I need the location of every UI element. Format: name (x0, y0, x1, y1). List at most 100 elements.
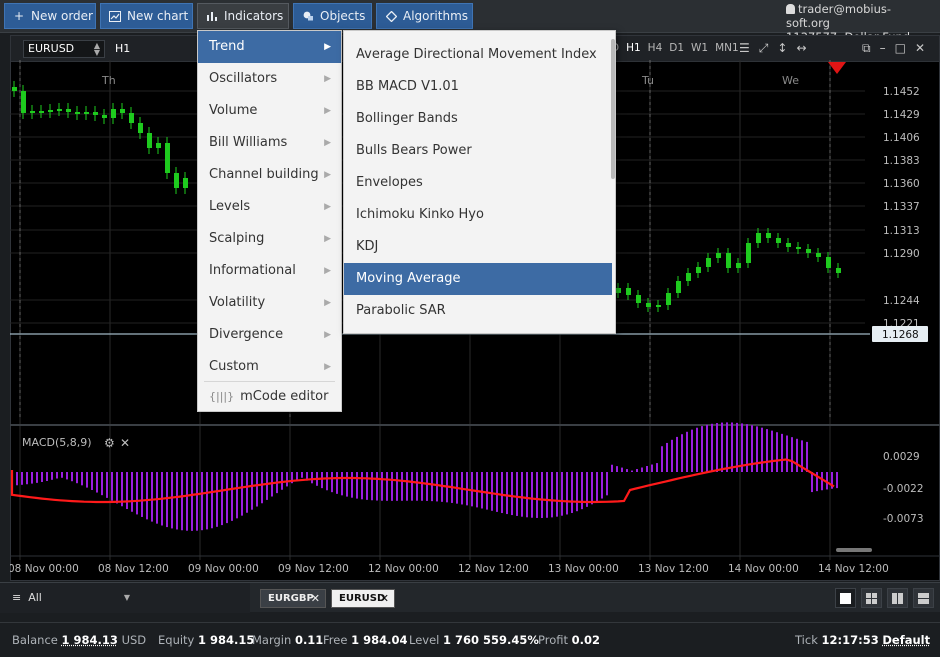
candle-body (183, 178, 188, 188)
close-tab-icon[interactable]: ✕ (380, 590, 389, 607)
profit-stat: Profit 0.02 (538, 633, 600, 647)
candle-body (616, 288, 621, 293)
symbol-filter[interactable]: ≡ All ▼ (0, 583, 250, 613)
detach-icon[interactable]: ⧉ (862, 41, 871, 56)
filter-value: All (28, 591, 42, 604)
timeframe-d1[interactable]: D1 (669, 42, 684, 54)
chart-tools: ☰ ⤢ ↕ ↔ (739, 41, 807, 56)
symbol-selector[interactable]: EURUSD ▲ ▼ (23, 40, 105, 58)
chevron-right-icon: ▶ (324, 298, 331, 308)
timeframe-w1[interactable]: W1 (691, 42, 708, 54)
menu-category-trend[interactable]: Trend ▶ (198, 31, 341, 63)
menu-item-average-directional-movement-index[interactable]: Average Directional Movement Index (344, 39, 612, 71)
chevron-right-icon: ▶ (324, 138, 331, 148)
candle-body (93, 112, 98, 115)
chart-icon (109, 10, 121, 22)
list-icon: ≡ (12, 591, 22, 604)
user-icon (786, 4, 795, 14)
time-label: 14 Nov 00:00 (728, 563, 799, 575)
diagonal-resize-icon[interactable]: ⤢ (759, 41, 769, 56)
indicator-list-icon[interactable]: ☰ (739, 41, 750, 56)
candle-body (84, 112, 89, 114)
indicators-button[interactable]: Indicators (197, 3, 289, 29)
menu-category-scalping[interactable]: Scalping ▶ (198, 223, 341, 255)
menu-category-label: Informational (209, 263, 296, 278)
menu-category-oscillators[interactable]: Oscillators ▶ (198, 63, 341, 95)
menu-category-divergence[interactable]: Divergence ▶ (198, 319, 341, 351)
tick-mode[interactable]: Default (882, 633, 930, 647)
candle-body (646, 303, 651, 307)
profit-label: Profit (538, 633, 568, 647)
trend-indicator-submenu: Average Directional Movement Index BB MAC… (343, 30, 616, 334)
time-label: 13 Nov 00:00 (548, 563, 619, 575)
time-label: 08 Nov 00:00 (10, 563, 79, 575)
timeframe-mn1[interactable]: MN1 (715, 42, 739, 54)
objects-button[interactable]: Objects (293, 3, 372, 29)
macd-axis-label: -0.0022 (883, 483, 924, 495)
menu-category-levels[interactable]: Levels ▶ (198, 191, 341, 223)
grid-layout-icon[interactable] (861, 588, 882, 608)
time-label: 13 Nov 12:00 (638, 563, 709, 575)
symbol-value: EURUSD (28, 42, 75, 55)
timeframe-h4[interactable]: H4 (648, 42, 663, 54)
menu-item-parabolic-sar[interactable]: Parabolic SAR (344, 295, 612, 327)
single-layout-icon[interactable] (835, 588, 856, 608)
menu-item-moving-average[interactable]: Moving Average (344, 263, 612, 295)
chevron-right-icon: ▶ (324, 202, 331, 212)
macd-label: MACD(5,8,9) (22, 436, 92, 449)
candle-body (39, 111, 44, 113)
menu-item-envelopes[interactable]: Envelopes (344, 167, 612, 199)
tab-eurgbp[interactable]: EURGBP ✕ (260, 589, 326, 608)
candle-body (12, 87, 17, 91)
close-tab-icon[interactable]: ✕ (311, 590, 320, 607)
account-user: trader@mobius-soft.org (786, 2, 892, 30)
equity-stat: Equity 1 984.15 (158, 633, 254, 647)
balance-value[interactable]: 1 984.13 (62, 633, 118, 647)
menu-category-channel-building[interactable]: Channel building ▶ (198, 159, 341, 191)
vertical-scale-icon[interactable]: ↕ (777, 41, 787, 56)
maximize-icon[interactable]: □ (895, 41, 906, 56)
timeframe-h1[interactable]: H1 (626, 42, 641, 54)
price-label: 1.1383 (883, 155, 920, 167)
menu-category-label: Trend (209, 39, 245, 54)
menu-category-volatility[interactable]: Volatility ▶ (198, 287, 341, 319)
mcode-editor-label: mCode editor (240, 389, 329, 404)
close-icon[interactable]: ✕ (915, 41, 925, 56)
candle-body (706, 258, 711, 267)
horizontal-scale-icon[interactable]: ↔ (796, 41, 806, 56)
minimize-icon[interactable]: – (880, 41, 886, 56)
menu-category-custom[interactable]: Custom ▶ (198, 351, 341, 383)
chevron-down-icon[interactable]: ▼ (124, 583, 130, 613)
new-chart-label: New chart (127, 9, 189, 23)
candle-body (676, 281, 681, 293)
price-label: 1.1406 (883, 132, 920, 144)
time-label: 08 Nov 12:00 (98, 563, 169, 575)
new-order-button[interactable]: + New order (4, 3, 96, 29)
objects-icon (302, 10, 314, 22)
rows-layout-icon[interactable] (913, 588, 934, 608)
candle-body (786, 243, 791, 247)
menu-category-volume[interactable]: Volume ▶ (198, 95, 341, 127)
menu-item-bollinger-bands[interactable]: Bollinger Bands (344, 103, 612, 135)
current-price-label: 1.1268 (882, 329, 919, 341)
menu-item-ichimoku-kinko-hyo[interactable]: Ichimoku Kinko Hyo (344, 199, 612, 231)
chevron-right-icon: ▶ (324, 234, 331, 244)
tab-eurusd[interactable]: EURUSD ✕ (331, 589, 395, 608)
algorithms-button[interactable]: Algorithms (376, 3, 473, 29)
candle-body (21, 91, 26, 113)
menu-item-bb-macd-v1-01[interactable]: BB MACD V1.01 (344, 71, 612, 103)
menu-category-bill-williams[interactable]: Bill Williams ▶ (198, 127, 341, 159)
margin-label: Margin (252, 633, 292, 647)
margin-value: 0.11 (294, 633, 324, 647)
spinner-icon[interactable]: ▲ ▼ (94, 42, 100, 57)
mcode-editor-item[interactable]: {|||} mCode editor (198, 382, 341, 412)
candle-body (111, 109, 116, 118)
level-stat: Level 1 760 559.45% (409, 633, 539, 647)
chevron-right-icon: ▶ (324, 42, 331, 52)
menu-item-bulls-bears-power[interactable]: Bulls Bears Power (344, 135, 612, 167)
menu-category-informational[interactable]: Informational ▶ (198, 255, 341, 287)
new-chart-button[interactable]: New chart (100, 3, 193, 29)
columns-layout-icon[interactable] (887, 588, 908, 608)
margin-stat: Margin 0.11 (252, 633, 323, 647)
menu-item-kdj[interactable]: KDJ (344, 231, 612, 263)
